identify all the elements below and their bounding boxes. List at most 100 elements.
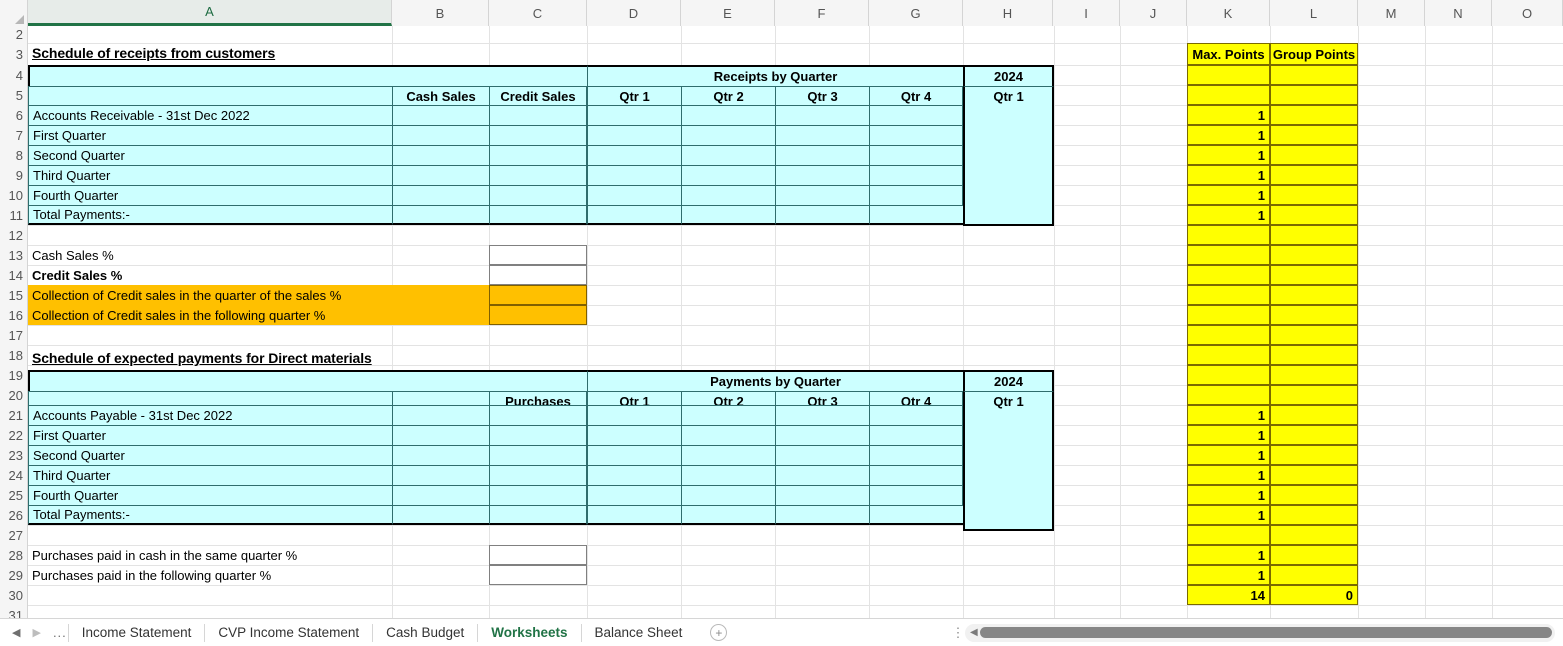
row-header-29[interactable]: 29 <box>0 565 28 585</box>
receipts-cell-F7[interactable] <box>775 125 869 145</box>
receipts-cell-F8[interactable] <box>775 145 869 165</box>
sheet-overflow-icon[interactable]: ... <box>53 625 67 640</box>
row-header-5[interactable]: 5 <box>0 85 28 105</box>
row-header-12[interactable]: 12 <box>0 225 28 245</box>
max-points-cell-26[interactable]: 1 <box>1187 505 1270 525</box>
column-header-F[interactable]: F <box>775 0 869 26</box>
assumption-label-13[interactable]: Cash Sales % <box>28 245 489 265</box>
group-points-cell-21[interactable] <box>1270 405 1358 425</box>
receipts-row-label-10[interactable]: Fourth Quarter <box>28 185 392 205</box>
receipts-cell-C8[interactable] <box>489 145 587 165</box>
group-points-cell-19[interactable] <box>1270 365 1358 385</box>
column-header-A[interactable]: A <box>28 0 392 26</box>
receipts-cell-C9[interactable] <box>489 165 587 185</box>
receipts-cell-E9[interactable] <box>681 165 775 185</box>
group-points-cell-7[interactable] <box>1270 125 1358 145</box>
group-points-cell-13[interactable] <box>1270 245 1358 265</box>
column-header-D[interactable]: D <box>587 0 681 26</box>
receipts-2024-qtr1-merged-cell[interactable] <box>963 106 1054 226</box>
receipts-cell-G10[interactable] <box>869 185 963 205</box>
add-sheet-icon[interactable]: + <box>710 624 728 641</box>
receipts-cell-G8[interactable] <box>869 145 963 165</box>
payments-cell-D25[interactable] <box>587 485 681 505</box>
assumption-input-16[interactable] <box>489 305 587 325</box>
select-all-corner[interactable] <box>0 0 28 26</box>
receipts-cell-F11[interactable] <box>775 205 869 225</box>
receipts-row-label-7[interactable]: First Quarter <box>28 125 392 145</box>
group-points-cell-17[interactable] <box>1270 325 1358 345</box>
tab-worksheets[interactable]: Worksheets <box>479 619 579 646</box>
payments-cell-E21[interactable] <box>681 405 775 425</box>
max-points-cell-19[interactable] <box>1187 365 1270 385</box>
payments-cell-B24[interactable] <box>392 465 489 485</box>
column-header-M[interactable]: M <box>1358 0 1425 26</box>
payments-cell-G25[interactable] <box>869 485 963 505</box>
max-points-cell-11[interactable]: 1 <box>1187 205 1270 225</box>
payments-row19-left-merged[interactable] <box>28 370 587 391</box>
max-points-cell-17[interactable] <box>1187 325 1270 345</box>
payments-cell-F22[interactable] <box>775 425 869 445</box>
receipts-cell-E8[interactable] <box>681 145 775 165</box>
max-points-cell-16[interactable] <box>1187 305 1270 325</box>
receipts-cell-C7[interactable] <box>489 125 587 145</box>
payments-cell-B22[interactable] <box>392 425 489 445</box>
row-header-13[interactable]: 13 <box>0 245 28 265</box>
payments-cell-D21[interactable] <box>587 405 681 425</box>
assumption-input-28[interactable] <box>489 545 587 565</box>
row-header-9[interactable]: 9 <box>0 165 28 185</box>
payments-cell-D26[interactable] <box>587 505 681 525</box>
payments-cell-D23[interactable] <box>587 445 681 465</box>
payments-cell-C22[interactable] <box>489 425 587 445</box>
receipts-cell-G6[interactable] <box>869 105 963 125</box>
group-points-cell-28[interactable] <box>1270 545 1358 565</box>
max-points-cell-4[interactable] <box>1187 65 1270 85</box>
column-header-K[interactable]: K <box>1187 0 1270 26</box>
assumption-label-16[interactable]: Collection of Credit sales in the follow… <box>28 305 489 325</box>
row-header-2[interactable]: 2 <box>0 26 28 43</box>
payments-row-label-24[interactable]: Third Quarter <box>28 465 392 485</box>
assumption-label-14[interactable]: Credit Sales % <box>28 265 489 285</box>
payments-cell-E24[interactable] <box>681 465 775 485</box>
receipts-cell-G11[interactable] <box>869 205 963 225</box>
sheet-nav-buttons[interactable]: ◀ ▶ ... <box>0 619 67 646</box>
chevron-right-icon[interactable]: ▶ <box>32 626 40 639</box>
payments-cell-B23[interactable] <box>392 445 489 465</box>
column-header-B[interactable]: B <box>392 0 489 26</box>
row-header-7[interactable]: 7 <box>0 125 28 145</box>
payments-row-label-23[interactable]: Second Quarter <box>28 445 392 465</box>
row-header-23[interactable]: 23 <box>0 445 28 465</box>
max-points-cell-25[interactable]: 1 <box>1187 485 1270 505</box>
column-header-N[interactable]: N <box>1425 0 1492 26</box>
max-points-cell-21[interactable]: 1 <box>1187 405 1270 425</box>
payments-cell-B26[interactable] <box>392 505 489 525</box>
assumption-input-29[interactable] <box>489 565 587 585</box>
column-header-E[interactable]: E <box>681 0 775 26</box>
receipts-row-label-6[interactable]: Accounts Receivable - 31st Dec 2022 <box>28 105 392 125</box>
max-points-cell-3[interactable]: Max. Points <box>1187 43 1270 65</box>
receipts-cell-B8[interactable] <box>392 145 489 165</box>
max-points-cell-13[interactable] <box>1187 245 1270 265</box>
row-header-8[interactable]: 8 <box>0 145 28 165</box>
max-points-cell-24[interactable]: 1 <box>1187 465 1270 485</box>
group-points-cell-3[interactable]: Group Points <box>1270 43 1358 65</box>
row-header-27[interactable]: 27 <box>0 525 28 545</box>
receipts-cell-D8[interactable] <box>587 145 681 165</box>
payments-cell-F26[interactable] <box>775 505 869 525</box>
group-points-cell-4[interactable] <box>1270 65 1358 85</box>
receipts-cell-F6[interactable] <box>775 105 869 125</box>
row-header-24[interactable]: 24 <box>0 465 28 485</box>
receipts-cell-G7[interactable] <box>869 125 963 145</box>
sheet-tab-bar[interactable]: ◀ ▶ ... Income Statement CVP Income Stat… <box>0 618 1563 646</box>
receipts-cell-D9[interactable] <box>587 165 681 185</box>
column-header-G[interactable]: G <box>869 0 963 26</box>
row-header-28[interactable]: 28 <box>0 545 28 565</box>
receipts-cell-C11[interactable] <box>489 205 587 225</box>
scrollbar-thumb[interactable] <box>979 627 1552 638</box>
group-points-cell-8[interactable] <box>1270 145 1358 165</box>
group-points-cell-10[interactable] <box>1270 185 1358 205</box>
payments-row-label-21[interactable]: Accounts Payable - 31st Dec 2022 <box>28 405 392 425</box>
max-points-cell-5[interactable] <box>1187 85 1270 105</box>
column-header-I[interactable]: I <box>1053 0 1120 26</box>
payments-cell-B25[interactable] <box>392 485 489 505</box>
max-points-cell-12[interactable] <box>1187 225 1270 245</box>
